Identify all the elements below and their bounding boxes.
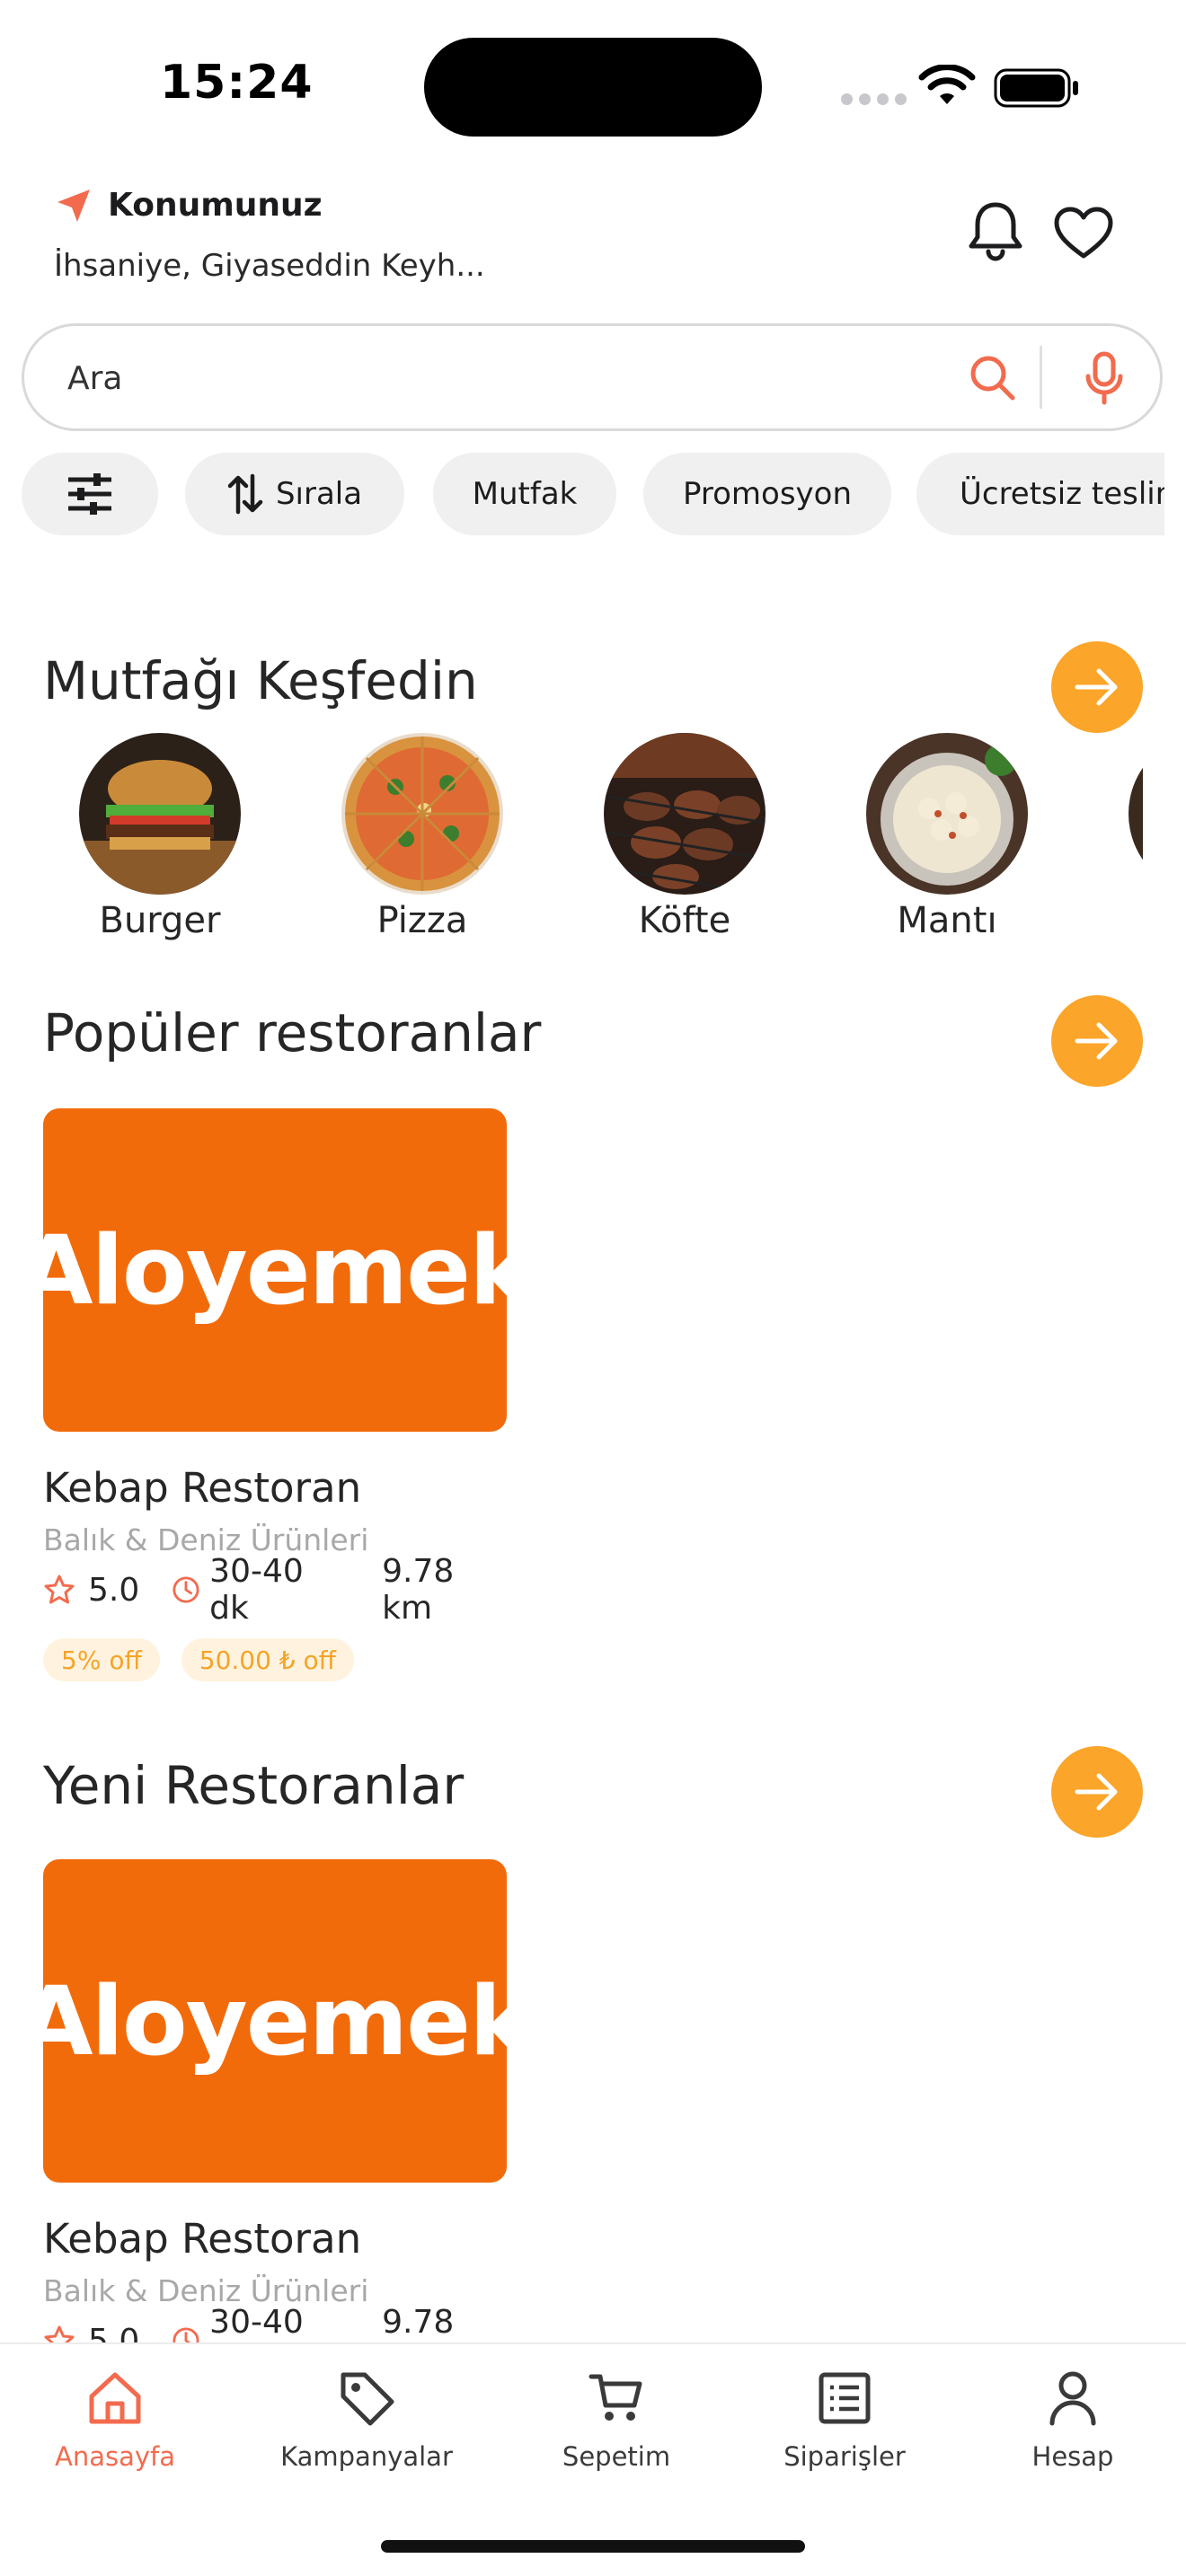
restaurant-name: Kebap Restoran [43, 1464, 362, 1512]
tab-orders[interactable]: Siparişler [737, 2362, 952, 2472]
tab-cart-label: Sepetim [562, 2441, 671, 2472]
clock-icon [173, 1576, 199, 1603]
restaurant-badges: 5% off 50.00 ₺ off [43, 1638, 507, 1681]
restaurant-logo: Aloyemek [19, 1108, 533, 1432]
restaurant-name: Kebap Restoran [43, 2215, 362, 2263]
search-icon[interactable] [968, 353, 1018, 403]
wifi-icon [918, 65, 976, 104]
pizza-image [341, 733, 503, 895]
battery-icon [994, 68, 1078, 108]
cuisine-label-pizza: Pizza [376, 900, 468, 941]
restaurant-distance: 9.78 km [382, 1553, 455, 1627]
cuisine-item-pizza[interactable]: Pizza [314, 733, 530, 941]
bell-icon[interactable] [967, 199, 1024, 262]
tab-account[interactable]: Hesap [965, 2362, 1181, 2472]
sliders-icon [68, 473, 111, 515]
free-delivery-chip[interactable]: Ücretsiz teslim [916, 453, 1164, 535]
dynamic-island [424, 38, 762, 137]
arrow-right-icon [1075, 668, 1118, 706]
tag-icon [341, 2372, 394, 2426]
manti-image [866, 733, 1028, 895]
promotion-chip[interactable]: Promosyon [643, 453, 891, 535]
cellular-signal-icon [841, 93, 907, 105]
cuisine-section-title: Mutfağı Keşfedin [43, 650, 478, 711]
cuisine-list: Burger Pizza Köfte Mantı [0, 733, 1143, 948]
cuisine-label-kofte: Köfte [638, 900, 731, 941]
location-title: Konumunuz [108, 187, 323, 224]
home-indicator [381, 2540, 805, 2553]
restaurant-logo-text: Aloyemek [19, 1965, 532, 2077]
home-icon [89, 2372, 141, 2424]
kofte-image [604, 733, 766, 895]
microphone-icon[interactable] [1084, 351, 1124, 405]
restaurant-rating: 5.0 [43, 1572, 139, 1609]
tab-home[interactable]: Anasayfa [7, 2362, 223, 2472]
tab-campaigns[interactable]: Kampanyalar [259, 2362, 474, 2472]
cuisine-see-all-button[interactable] [1051, 641, 1143, 733]
cuisine-item-kofte[interactable]: Köfte [577, 733, 792, 941]
status-bar: 15:24 [0, 0, 1186, 171]
tab-home-label: Anasayfa [54, 2441, 175, 2472]
heart-icon[interactable] [1053, 207, 1114, 260]
orders-icon [819, 2372, 871, 2424]
tab-campaigns-label: Kampanyalar [280, 2441, 453, 2472]
user-icon [1049, 2371, 1096, 2426]
cuisine-item-partial[interactable] [1102, 733, 1143, 895]
restaurant-time-value: 30-40 dk [209, 1553, 304, 1627]
filter-chips: Sırala Mutfak Promosyon Ücretsiz teslim [22, 453, 1164, 535]
sort-chip-label: Sırala [275, 476, 363, 512]
restaurant-meta: 5.0 30-40 dk 9.78 km [43, 1553, 507, 1627]
location-arrow-icon [58, 189, 90, 222]
filter-settings-chip[interactable] [22, 453, 158, 535]
restaurant-card[interactable]: Aloyemek Kebap Restoran Balık & Deniz Ür… [19, 1859, 533, 2378]
location-address[interactable]: İhsaniye, Giyaseddin Keyh... [54, 248, 485, 284]
restaurant-rating-value: 5.0 [88, 1571, 140, 1609]
cart-icon [589, 2374, 642, 2421]
restaurant-card[interactable]: Aloyemek Kebap Restoran Balık & Deniz Ür… [19, 1108, 533, 1681]
burger-image [79, 733, 241, 895]
cuisine-item-manti[interactable]: Mantı [839, 733, 1055, 941]
restaurant-logo-text: Aloyemek [19, 1214, 532, 1326]
promotion-chip-label: Promosyon [682, 476, 853, 512]
tab-orders-label: Siparişler [783, 2441, 906, 2472]
sort-chip[interactable]: Sırala [185, 453, 404, 535]
search-input[interactable] [67, 353, 876, 403]
cuisine-label-burger: Burger [99, 900, 221, 941]
restaurant-delivery-time: 30-40 dk [172, 1553, 344, 1627]
search-divider [1040, 346, 1042, 409]
tab-cart[interactable]: Sepetim [509, 2362, 724, 2472]
popular-see-all-button[interactable] [1051, 995, 1143, 1087]
popular-section-title: Popüler restoranlar [43, 1002, 542, 1063]
sort-arrows-icon [227, 473, 263, 515]
cuisine-label-manti: Mantı [897, 900, 997, 941]
discount-badge: 5% off [43, 1638, 160, 1681]
tab-account-label: Hesap [1031, 2441, 1114, 2472]
arrow-right-icon [1075, 1022, 1118, 1060]
free-delivery-chip-label: Ücretsiz teslim [960, 476, 1164, 512]
new-see-all-button[interactable] [1051, 1746, 1143, 1838]
status-time: 15:24 [160, 56, 314, 110]
discount-badge: 50.00 ₺ off [181, 1638, 354, 1681]
cuisine-chip-label: Mutfak [472, 476, 578, 512]
location-selector[interactable]: Konumunuz [56, 187, 323, 224]
new-section-title: Yeni Restoranlar [43, 1755, 465, 1816]
cuisine-item-burger[interactable]: Burger [52, 733, 268, 941]
arrow-right-icon [1075, 1773, 1118, 1811]
star-icon [44, 1575, 75, 1604]
cuisine-image-partial [1128, 733, 1143, 895]
search-bar[interactable] [22, 323, 1163, 431]
restaurant-logo: Aloyemek [19, 1859, 533, 2183]
cuisine-chip[interactable]: Mutfak [433, 453, 616, 535]
